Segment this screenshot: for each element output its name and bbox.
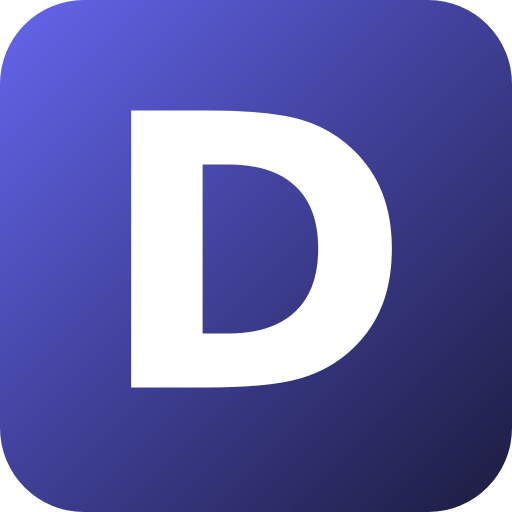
letter-d-glyph: D [96,35,411,478]
icon-letter: D [96,35,411,478]
app-icon: D [0,0,512,512]
